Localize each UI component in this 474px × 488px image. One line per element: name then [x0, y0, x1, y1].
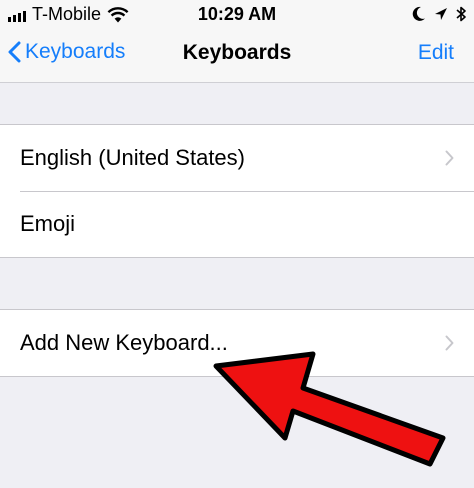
add-keyboard-section: Add New Keyboard... — [0, 309, 474, 377]
add-new-keyboard-label: Add New Keyboard... — [20, 330, 228, 355]
location-arrow-icon — [435, 8, 447, 20]
chevron-right-icon — [445, 150, 454, 166]
add-new-keyboard-row[interactable]: Add New Keyboard... — [0, 310, 474, 376]
status-bar: T-Mobile 10:29 AM — [0, 0, 474, 30]
keyboard-row-emoji[interactable]: Emoji — [0, 191, 474, 257]
moon-icon — [412, 6, 425, 21]
keyboards-list: English (United States) Emoji — [0, 124, 474, 258]
status-time: 10:29 AM — [197, 4, 277, 24]
edit-button[interactable]: Edit — [418, 41, 454, 65]
chevron-left-icon — [8, 41, 21, 63]
keyboard-row-label: Emoji — [20, 211, 76, 236]
back-button[interactable]: Keyboards — [8, 40, 125, 64]
chevron-right-icon — [445, 335, 454, 351]
status-bar-right — [412, 5, 466, 23]
bluetooth-icon — [456, 6, 466, 22]
keyboard-row-english[interactable]: English (United States) — [0, 125, 474, 191]
keyboard-row-label: English (United States) — [20, 145, 245, 170]
back-button-label: Keyboards — [25, 40, 126, 63]
navigation-bar: Keyboards Keyboards Edit — [0, 30, 474, 83]
